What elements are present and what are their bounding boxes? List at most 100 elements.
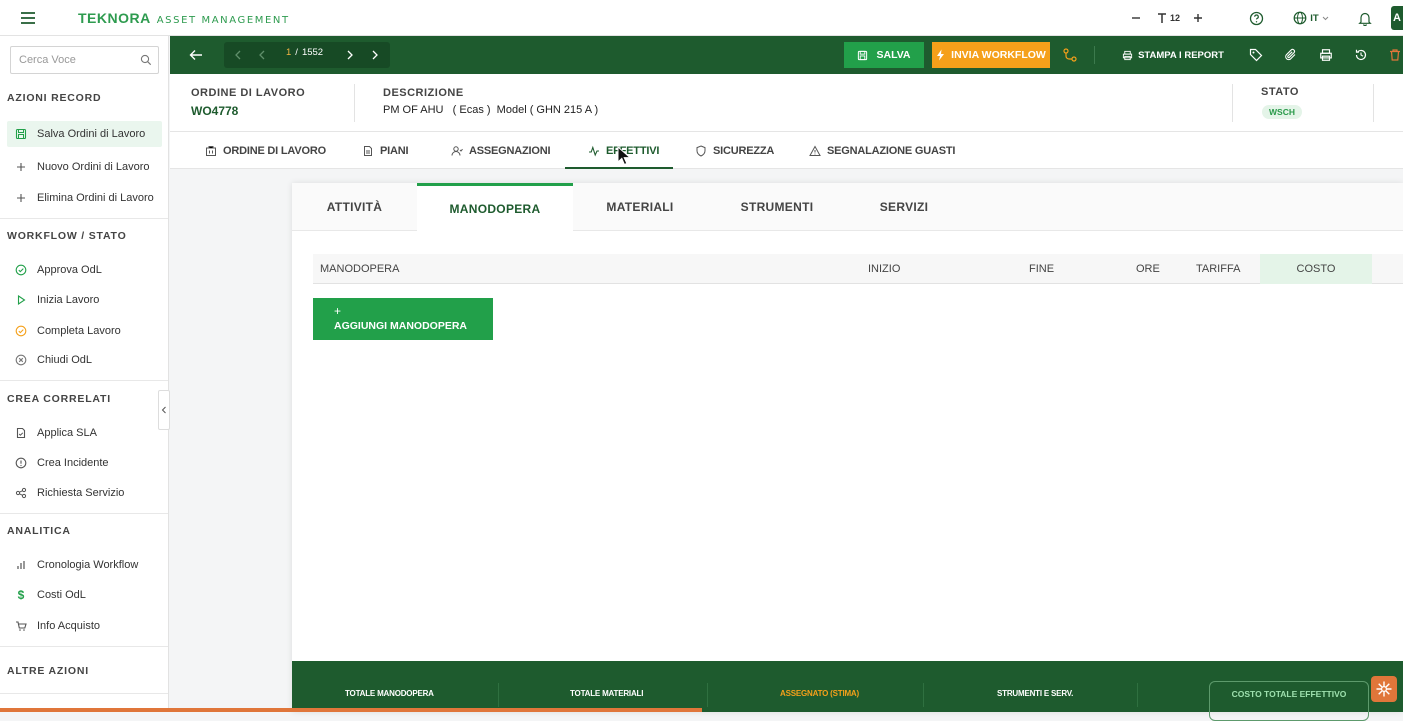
- language-selector[interactable]: IT: [1288, 8, 1334, 28]
- sidebar-item-label: Salva Ordini di Lavoro: [37, 128, 146, 140]
- app-logo[interactable]: TEKNORA ASSET MANAGEMENT: [78, 10, 290, 26]
- decrease-font-button[interactable]: [1128, 8, 1144, 28]
- sidebar-search[interactable]: [10, 46, 159, 74]
- top-bar: TEKNORA ASSET MANAGEMENT 12 IT A: [0, 0, 1403, 36]
- sidebar-item-label: Completa Lavoro: [37, 325, 121, 337]
- check-circle-icon: [15, 325, 27, 337]
- share-icon: [15, 487, 27, 499]
- sidebar-item-label: Cronologia Workflow: [37, 559, 139, 571]
- sidebar-item-wo-costs[interactable]: $ Costi OdL: [7, 582, 162, 608]
- sidebar-item-close-wo[interactable]: Chiudi OdL: [7, 347, 162, 373]
- add-labor-button[interactable]: + AGGIUNGI MANODOPERA: [313, 298, 493, 340]
- tab-label: SEGNALAZIONE GUASTI: [827, 144, 956, 157]
- tab-assignments[interactable]: ASSEGNAZIONI: [451, 132, 551, 169]
- section-title-analytics: ANALITICA: [7, 525, 71, 537]
- assistant-chat-button[interactable]: [1371, 676, 1397, 702]
- column-header-hours[interactable]: ORE: [1136, 254, 1160, 284]
- first-record-icon[interactable]: [230, 47, 246, 63]
- subtab-tools[interactable]: STRUMENTI: [707, 183, 847, 231]
- subtab-services[interactable]: SERVIZI: [847, 183, 961, 231]
- sidebar-item-purchase-info[interactable]: Info Acquisto: [7, 613, 162, 639]
- save-button-label: SALVA: [876, 49, 911, 61]
- logo-brand: TEKNORA: [78, 10, 151, 26]
- history-icon[interactable]: [1352, 46, 1370, 64]
- alert-circle-icon: [15, 457, 27, 469]
- sidebar-item-start-work[interactable]: Inizia Lavoro: [7, 287, 162, 313]
- column-header-cost[interactable]: COSTO: [1260, 254, 1372, 284]
- last-record-icon[interactable]: [367, 47, 383, 63]
- font-size-value: 12: [1169, 13, 1180, 23]
- sidebar-item-approve-wo[interactable]: Approva OdL: [7, 257, 162, 283]
- notifications-bell-icon[interactable]: [1356, 8, 1374, 28]
- actuals-subtabs: ATTIVITÀ MANODOPERA MATERIALI STRUMENTI …: [292, 183, 1403, 231]
- column-header-start[interactable]: INIZIO: [868, 254, 900, 284]
- total-materials-label: TOTALE MATERIALI: [570, 689, 644, 698]
- plus-icon: [17, 163, 25, 171]
- sidebar-item-workflow-history[interactable]: Cronologia Workflow: [7, 552, 162, 578]
- actuals-panel: ATTIVITÀ MANODOPERA MATERIALI STRUMENTI …: [292, 183, 1403, 721]
- labor-table-header: MANODOPERA INIZIO FINE ORE TARIFFA COSTO: [313, 254, 1403, 284]
- tools-services-label: STRUMENTI E SERV.: [997, 689, 1074, 698]
- total-labor-label: TOTALE MANODOPERA: [345, 689, 434, 698]
- next-record-icon[interactable]: [342, 47, 358, 63]
- hamburger-menu-icon[interactable]: [18, 9, 38, 27]
- tab-work-order[interactable]: ORDINE DI LAVORO: [205, 132, 326, 169]
- search-icon[interactable]: [140, 54, 152, 66]
- tab-label: SICUREZZA: [713, 144, 775, 157]
- increase-font-button[interactable]: [1190, 8, 1206, 28]
- tab-fault-reports[interactable]: SEGNALAZIONE GUASTI: [809, 132, 955, 169]
- sidebar-item-save-work-orders[interactable]: Salva Ordini di Lavoro: [7, 121, 162, 147]
- tab-safety[interactable]: SICUREZZA: [695, 132, 774, 169]
- document-check-icon: [16, 427, 26, 439]
- sidebar-item-create-incident[interactable]: Crea Incidente: [7, 450, 162, 476]
- printer-icon: [1122, 50, 1133, 60]
- bar-chart-icon: [17, 561, 25, 569]
- user-avatar[interactable]: A: [1391, 6, 1403, 30]
- sparkle-icon: [1376, 681, 1392, 697]
- sidebar-item-apply-sla[interactable]: Applica SLA: [7, 420, 162, 446]
- sidebar-item-delete-work-order[interactable]: Elimina Ordini di Lavoro: [7, 185, 162, 211]
- footer-divider: [923, 683, 924, 707]
- plus-icon: [17, 194, 25, 202]
- column-header-labor[interactable]: MANODOPERA: [320, 254, 399, 284]
- shield-icon: [696, 144, 706, 157]
- divider: [0, 218, 168, 219]
- column-header-rate[interactable]: TARIFFA: [1196, 254, 1240, 284]
- paperclip-icon[interactable]: [1282, 46, 1300, 64]
- print-reports-button[interactable]: STAMPA I REPORT: [1118, 42, 1228, 68]
- section-title-record-actions: AZIONI RECORD: [7, 92, 102, 104]
- assigned-estimate-label: ASSEGNATO (STIMA): [780, 689, 859, 698]
- help-icon[interactable]: [1246, 8, 1266, 28]
- workflow-route-icon[interactable]: [1062, 47, 1078, 63]
- active-tab-underline: [565, 167, 673, 169]
- sidebar-item-label: Info Acquisto: [37, 620, 100, 632]
- tab-label: ASSEGNAZIONI: [469, 144, 551, 157]
- sidebar-item-label: Inizia Lavoro: [37, 294, 100, 306]
- sidebar-item-service-request[interactable]: Richiesta Servizio: [7, 480, 162, 506]
- column-header-end[interactable]: FINE: [1029, 254, 1054, 284]
- check-circle-icon: [15, 264, 27, 276]
- subtab-labor[interactable]: MANODOPERA: [417, 183, 573, 231]
- sidebar-collapse-button[interactable]: [158, 390, 170, 430]
- save-button[interactable]: SALVA: [844, 42, 924, 68]
- sidebar-item-complete-work[interactable]: Completa Lavoro: [7, 318, 162, 344]
- send-workflow-button[interactable]: INVIA WORKFLOW: [932, 42, 1050, 68]
- back-arrow-icon[interactable]: [188, 47, 204, 63]
- warning-icon: [809, 144, 821, 156]
- header-divider: [354, 84, 355, 122]
- subtab-materials[interactable]: MATERIALI: [573, 183, 707, 231]
- tab-plans[interactable]: PIANI: [362, 132, 409, 169]
- divider: [0, 380, 168, 381]
- print-icon[interactable]: [1317, 46, 1335, 64]
- subtab-activities[interactable]: ATTIVITÀ: [292, 183, 417, 231]
- description-label: DESCRIZIONE: [383, 87, 464, 99]
- divider: [0, 693, 168, 694]
- header-divider: [1232, 84, 1233, 122]
- sidebar-item-new-work-order[interactable]: Nuovo Ordini di Lavoro: [7, 154, 162, 180]
- tab-label: PIANI: [380, 144, 409, 157]
- sidebar-item-label: Richiesta Servizio: [37, 487, 125, 499]
- tag-icon[interactable]: [1247, 46, 1265, 64]
- sidebar-search-input[interactable]: [19, 54, 139, 66]
- previous-record-icon[interactable]: [254, 47, 270, 63]
- delete-icon[interactable]: [1387, 46, 1403, 64]
